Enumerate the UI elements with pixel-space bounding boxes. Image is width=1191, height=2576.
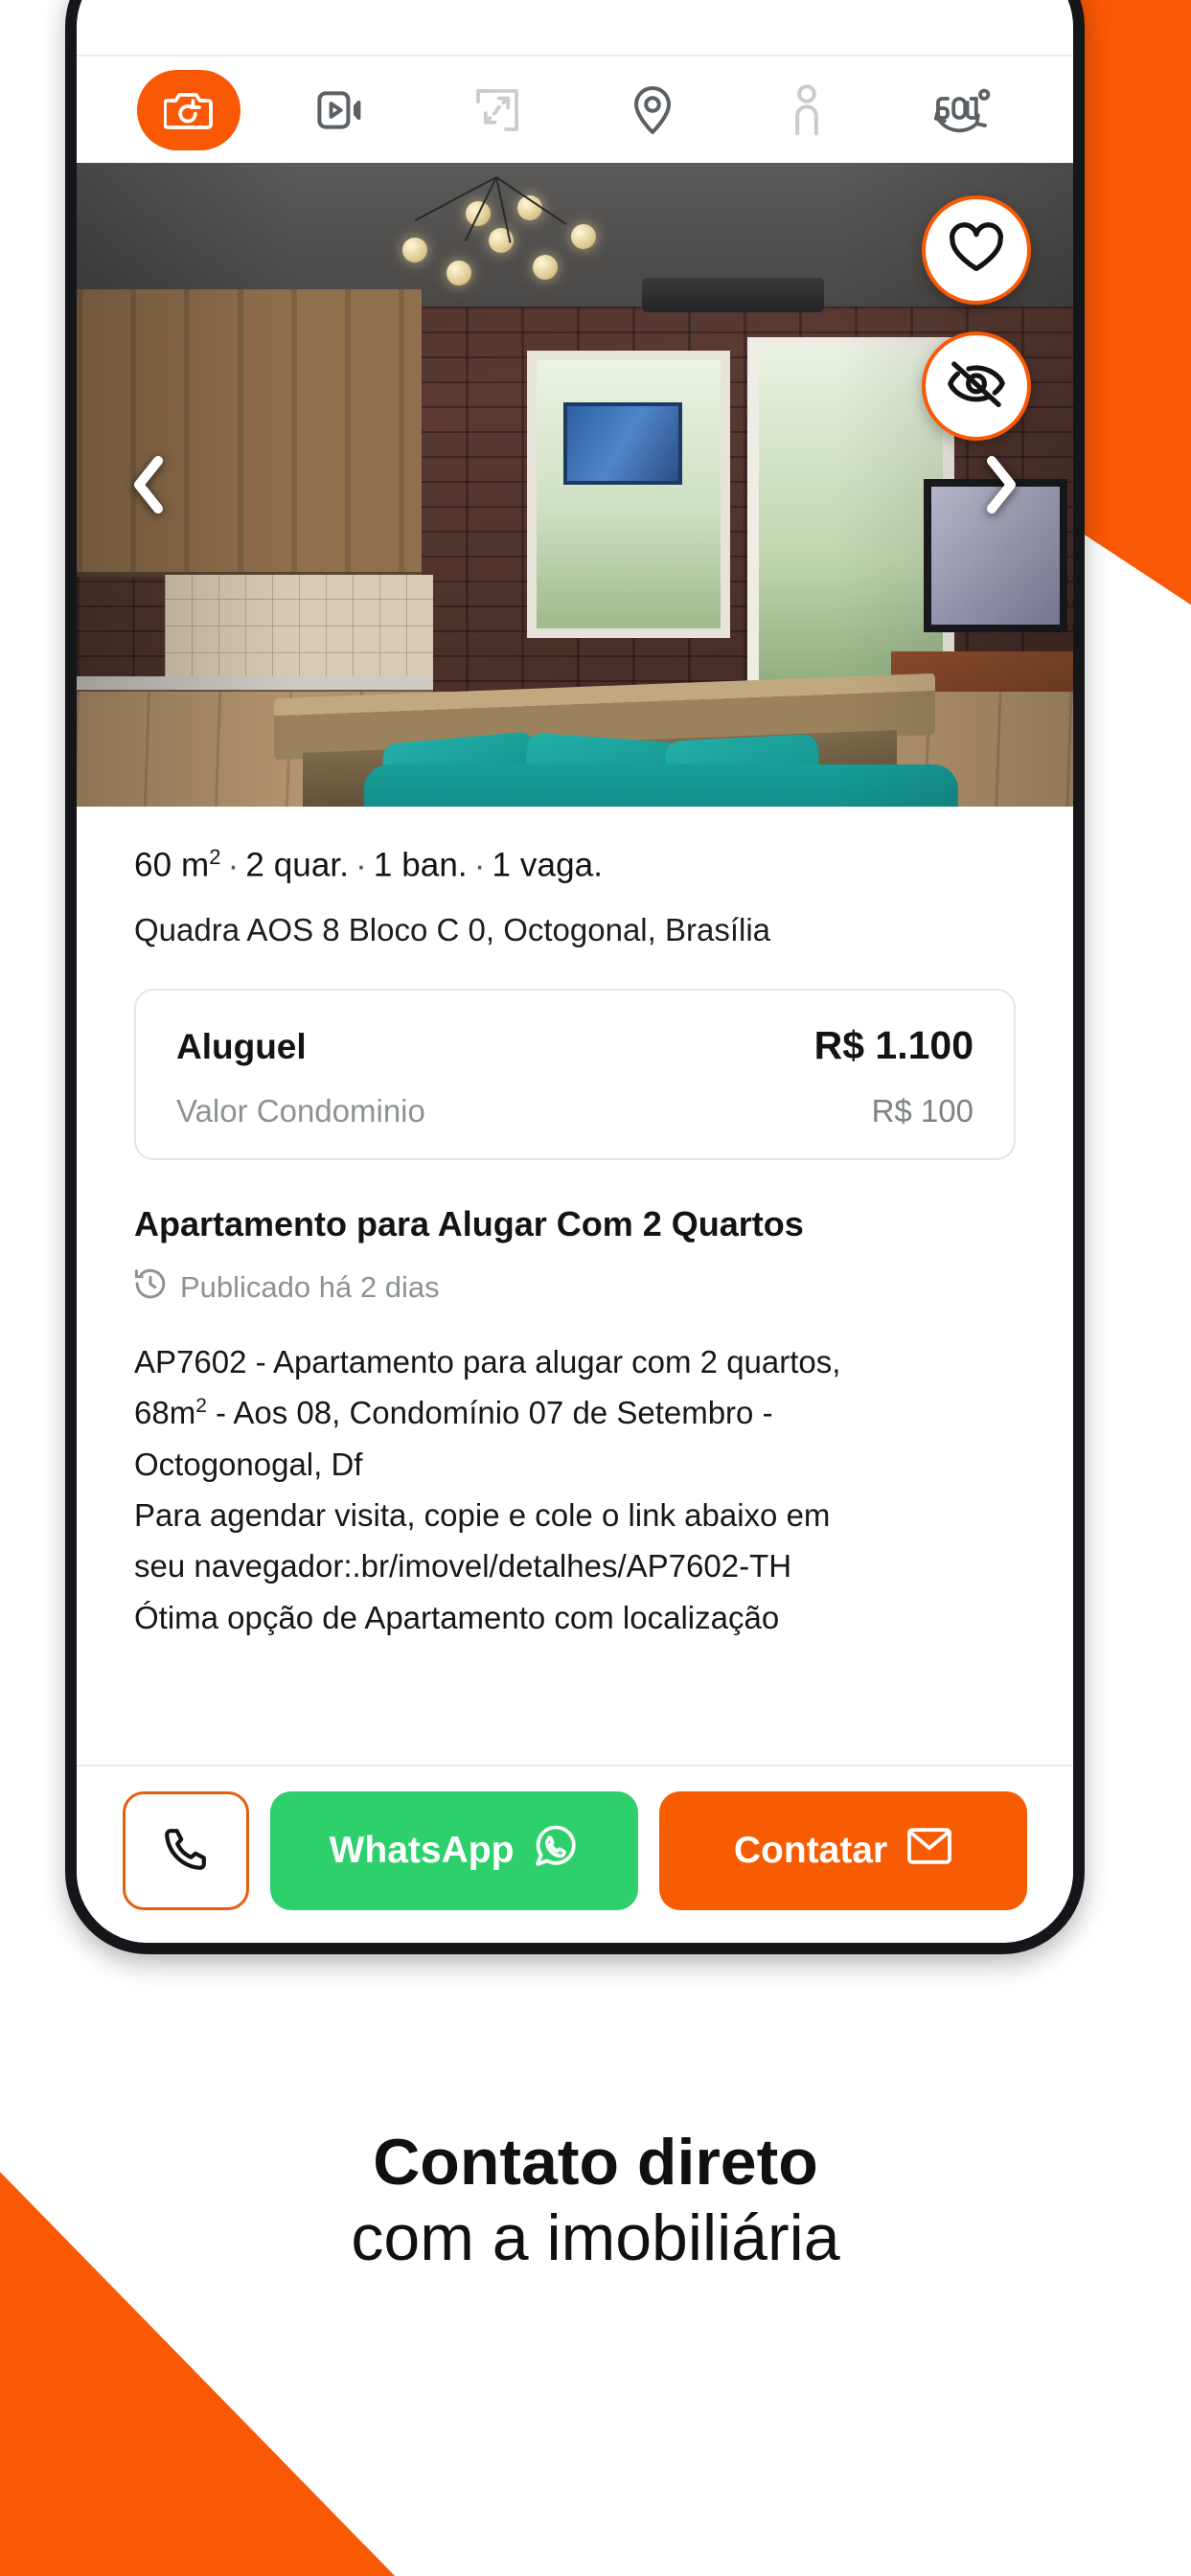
property-specs: 60 m2 · 2 quar. · 1 ban. · 1 vaga. [134,845,1016,885]
description-line-text: 68m [134,1395,196,1431]
360-icon [931,86,991,134]
condo-row: Valor Condominio R$ 100 [176,1093,973,1129]
whatsapp-icon [533,1823,579,1879]
spec-area: 60 m [134,846,210,884]
heart-icon [949,221,1004,279]
tab-floorplan-box [446,70,549,150]
description-sup: 2 [195,1395,207,1418]
envelope-icon [906,1825,952,1877]
tab-photos-box [136,69,240,150]
spec-separator-1: · [227,846,240,884]
description-line: Ótima opção de Apartamento com localizaç… [134,1599,780,1635]
photo-gallery[interactable] [77,163,1073,807]
rent-value: R$ 1.100 [813,1022,973,1067]
map-pin-icon [630,85,675,135]
condo-value: R$ 100 [871,1092,973,1128]
condo-label: Valor Condominio [176,1092,425,1128]
favorite-button[interactable] [922,195,1031,305]
eye-off-icon [948,358,1005,415]
gallery-action-buttons [922,195,1031,441]
spec-parking: 1 vaga. [492,846,604,884]
phone-mockup: 60 m2 · 2 quar. · 1 ban. · 1 vaga. Quadra AOS … [65,0,1085,1954]
property-address: Quadra AOS 8 Bloco C 0, Octogonal, Brasí… [134,911,771,947]
hide-listing-button[interactable] [922,331,1031,441]
tab-map[interactable] [575,57,729,163]
description-line-rest: - Aos 08, Condomínio 07 de Setembro - [206,1395,773,1431]
description-line: Octogonogal, Df [134,1446,363,1482]
gallery-next-arrow[interactable] [966,449,1037,520]
price-card: Aluguel R$ 1.100 Valor Condominio R$ 100 [134,988,1016,1160]
clock-history-icon [134,1267,167,1308]
spec-bedrooms: 2 quar. [245,846,350,884]
contact-button[interactable]: Contatar [659,1791,1027,1910]
listing-details: 60 m2 · 2 quar. · 1 ban. · 1 vaga. Quadra AOS … [77,807,1073,1765]
promo-headline: Contato direto com a imobiliária [0,2125,1191,2276]
tab-map-box [601,70,704,150]
listing-title: Apartamento para Alugar Com 2 Quartos [134,1203,804,1243]
whatsapp-button[interactable]: WhatsApp [270,1791,638,1910]
description-line: AP7602 - Apartamento para alugar com 2 q… [134,1343,841,1379]
tab-video[interactable] [265,57,420,163]
spec-separator-2: · [355,846,367,884]
description-line: seu navegador:.br/imovel/detalhes/AP7602… [134,1548,792,1584]
tab-video-box [291,70,395,150]
tab-photos[interactable] [111,57,265,163]
promo-screenshot: 60 m2 · 2 quar. · 1 ban. · 1 vaga. Quadra AOS … [0,0,1191,2576]
tab-virtual-tour-box [755,70,859,150]
spec-bathrooms: 1 ban. [373,846,468,884]
headline-line-1: Contato direto [373,2126,818,2199]
published-info: Publicado há 2 dias [134,1267,1016,1308]
contact-button-label: Contatar [733,1830,888,1871]
tab-panorama[interactable] [884,57,1039,163]
contact-action-bar: WhatsApp Contatar [77,1765,1073,1943]
gallery-prev-arrow[interactable] [113,449,184,520]
tab-panorama-box [909,70,1013,150]
spec-separator-3: · [473,846,486,884]
tab-floorplan[interactable] [421,57,575,163]
rent-label: Aluguel [176,1026,307,1066]
floorplan-icon [473,86,521,134]
camera-icon [163,88,214,132]
description-line: 68m2 - Aos 08, Condomínio 07 de Setembro… [134,1387,1016,1438]
video-icon [317,89,369,131]
phone-screen-frame: 60 m2 · 2 quar. · 1 ban. · 1 vaga. Quadra AOS … [77,0,1073,1943]
rent-row: Aluguel R$ 1.100 [176,1023,973,1068]
listing-description: AP7602 - Apartamento para alugar com 2 q… [134,1336,1016,1644]
headline-line-2: com a imobiliária [351,2200,840,2274]
tab-virtual-tour[interactable] [729,57,883,163]
phone-icon [163,1826,209,1877]
call-button[interactable] [123,1791,249,1910]
description-line: Para agendar visita, copie e cole o link… [134,1497,831,1534]
published-text: Publicado há 2 dias [180,1269,440,1304]
media-tabs [77,55,1073,163]
person-icon [790,83,823,136]
whatsapp-button-label: WhatsApp [329,1830,515,1871]
spec-area-unit: 2 [209,845,221,869]
app-screen: 60 m2 · 2 quar. · 1 ban. · 1 vaga. Quadra AOS … [77,0,1073,1943]
